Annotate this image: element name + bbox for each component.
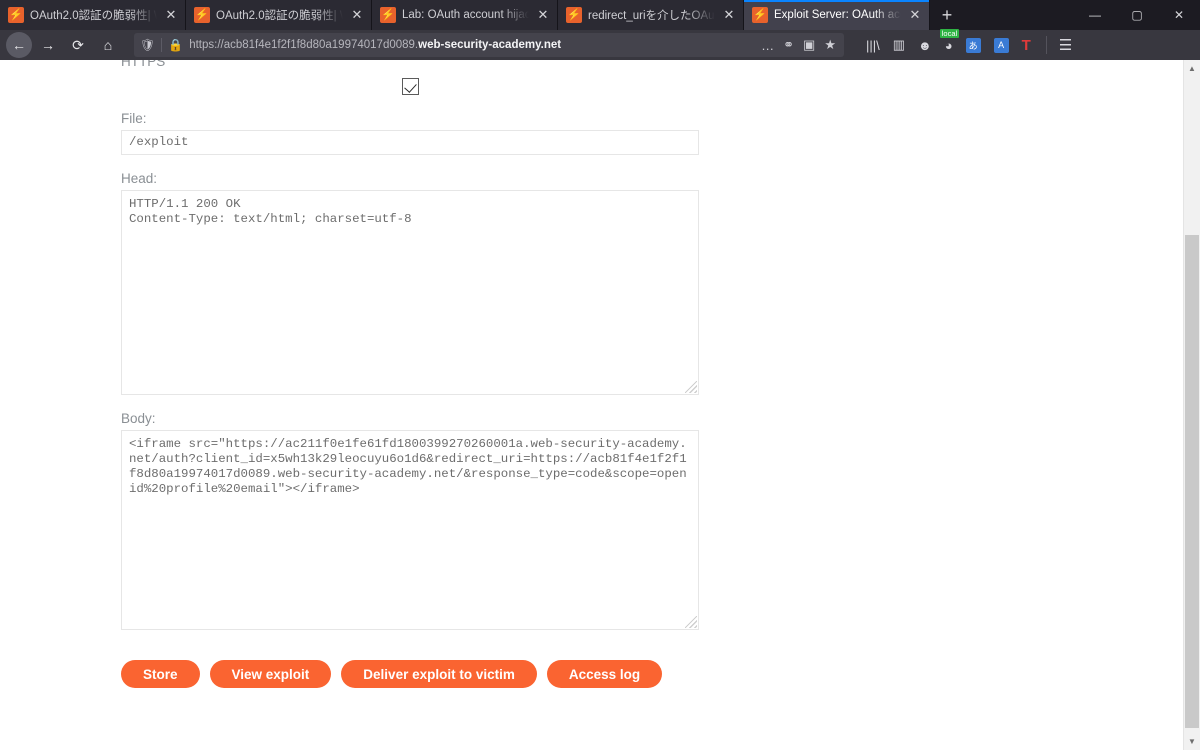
tab-title: OAuth2.0認証の脆弱性| Webセキ: [30, 10, 157, 22]
reload-button-icon[interactable]: ⟳: [64, 32, 92, 58]
file-label: File:: [121, 111, 147, 126]
tab-title: OAuth2.0認証の脆弱性| Webセキ: [216, 10, 343, 22]
divider: [161, 38, 163, 52]
scroll-down-arrow-icon[interactable]: ▼: [1184, 733, 1200, 750]
head-textarea-wrapper: HTTP/1.1 200 OK Content-Type: text/html;…: [121, 190, 699, 395]
tab-close-icon[interactable]: ✕: [535, 7, 551, 23]
body-textarea[interactable]: <iframe src="https://ac211f0e1fe61fd1800…: [121, 430, 699, 630]
padlock-icon[interactable]: 🔒: [168, 38, 183, 52]
translate-extension-glyph: あ: [965, 37, 981, 53]
exploit-server-form-area: HTTPS File: /exploit Head: HTTP/1.1 200 …: [0, 60, 1183, 750]
pocket-icon[interactable]: ⚭: [783, 37, 794, 53]
burp-favicon-icon: [380, 7, 396, 23]
new-tab-button[interactable]: +: [930, 0, 964, 30]
tab-strip: OAuth2.0認証の脆弱性| Webセキ ✕ OAuth2.0認証の脆弱性| …: [0, 0, 1200, 30]
head-label: Head:: [121, 171, 158, 186]
https-checkbox[interactable]: [401, 78, 419, 95]
tab-title: Exploit Server: OAuth account h: [774, 9, 901, 21]
text-tool-icon[interactable]: T: [1022, 37, 1031, 54]
tab-close-icon[interactable]: ✕: [163, 7, 179, 23]
translate-extension-icon[interactable]: あ: [965, 37, 981, 53]
tab-close-icon[interactable]: ✕: [907, 7, 923, 23]
window-controls: — ▢ ✕: [1074, 0, 1200, 30]
action-button-row: Store View exploit Deliver exploit to vi…: [121, 660, 1183, 688]
local-badge: local: [939, 28, 960, 38]
minimize-button[interactable]: —: [1074, 0, 1116, 30]
head-textarea[interactable]: HTTP/1.1 200 OK Content-Type: text/html;…: [121, 190, 699, 395]
hamburger-menu-icon[interactable]: ☰: [1045, 36, 1072, 54]
burp-proxy-icon[interactable]: local ◕: [939, 28, 960, 53]
https-checkbox-row: [121, 78, 699, 95]
tab-title: Lab: OAuth account hijacking vi: [402, 9, 529, 21]
burp-favicon-icon: [752, 7, 768, 23]
library-icon[interactable]: |||\: [866, 38, 880, 53]
tab-close-icon[interactable]: ✕: [349, 7, 365, 23]
burp-favicon-icon: [8, 7, 24, 23]
scroll-up-arrow-icon[interactable]: ▲: [1184, 60, 1200, 77]
access-log-button[interactable]: Access log: [546, 660, 663, 688]
body-label: Body:: [121, 411, 156, 426]
burp-proxy-glyph: ◕: [944, 37, 953, 53]
translate-extension-2-glyph: A: [993, 37, 1009, 53]
shield-icon[interactable]: 🛡: [140, 38, 155, 52]
browser-tab-4[interactable]: redirect_uriを介したOAuthアカウン ✕: [558, 0, 744, 30]
home-button-icon[interactable]: ⌂: [94, 32, 122, 58]
forward-button-icon[interactable]: →: [34, 32, 62, 58]
https-label: HTTPS: [121, 60, 166, 68]
browser-tab-5-active[interactable]: Exploit Server: OAuth account h ✕: [744, 0, 930, 30]
url-text: https://acb81f4e1f2f1f8d80a19974017d0089…: [189, 39, 755, 51]
address-bar-tools: … ⚭ ▣ ★: [761, 37, 838, 53]
maximize-button[interactable]: ▢: [1116, 0, 1158, 30]
address-bar[interactable]: 🛡 🔒 https://acb81f4e1f2f1f8d80a19974017d…: [134, 33, 844, 57]
browser-tab-2[interactable]: OAuth2.0認証の脆弱性| Webセキ ✕: [186, 0, 372, 30]
navigation-toolbar: ← → ⟳ ⌂ 🛡 🔒 https://acb81f4e1f2f1f8d80a1…: [0, 28, 1200, 60]
tab-close-icon[interactable]: ✕: [721, 7, 737, 23]
body-textarea-wrapper: <iframe src="https://ac211f0e1fe61fd1800…: [121, 430, 699, 630]
browser-tab-1[interactable]: OAuth2.0認証の脆弱性| Webセキ ✕: [0, 0, 186, 30]
sidebar-icon[interactable]: ▥: [893, 37, 905, 53]
file-input[interactable]: /exploit: [121, 130, 699, 155]
view-exploit-button[interactable]: View exploit: [209, 660, 332, 688]
bookmark-star-icon[interactable]: ★: [824, 37, 836, 53]
exploit-server-form: HTTPS File: /exploit Head: HTTP/1.1 200 …: [0, 60, 1183, 688]
page-actions-icon[interactable]: …: [761, 38, 774, 53]
deliver-exploit-button[interactable]: Deliver exploit to victim: [341, 660, 537, 688]
browser-tab-3[interactable]: Lab: OAuth account hijacking vi ✕: [372, 0, 558, 30]
url-domain: web-security-academy.net: [418, 39, 562, 51]
close-window-button[interactable]: ✕: [1158, 0, 1200, 30]
account-icon[interactable]: ☻: [918, 38, 932, 53]
page-viewport: HTTPS File: /exploit Head: HTTP/1.1 200 …: [0, 60, 1200, 750]
extension-toolbar: |||\ ▥ ☻ local ◕ あ A T ☰: [852, 28, 1080, 54]
url-prefix: https://acb81f4e1f2f1f8d80a19974017d0089…: [189, 39, 419, 51]
back-button-icon[interactable]: ←: [6, 32, 32, 58]
store-button[interactable]: Store: [121, 660, 200, 688]
burp-favicon-icon: [566, 7, 582, 23]
tab-title: redirect_uriを介したOAuthアカウン: [588, 10, 715, 22]
translate-extension-2-icon[interactable]: A: [993, 37, 1009, 53]
scrollbar-thumb[interactable]: [1185, 235, 1199, 728]
translate-icon[interactable]: ▣: [803, 37, 815, 53]
burp-favicon-icon: [194, 7, 210, 23]
browser-window: OAuth2.0認証の脆弱性| Webセキ ✕ OAuth2.0認証の脆弱性| …: [0, 0, 1200, 750]
page-scrollbar[interactable]: ▲ ▼: [1183, 60, 1200, 750]
